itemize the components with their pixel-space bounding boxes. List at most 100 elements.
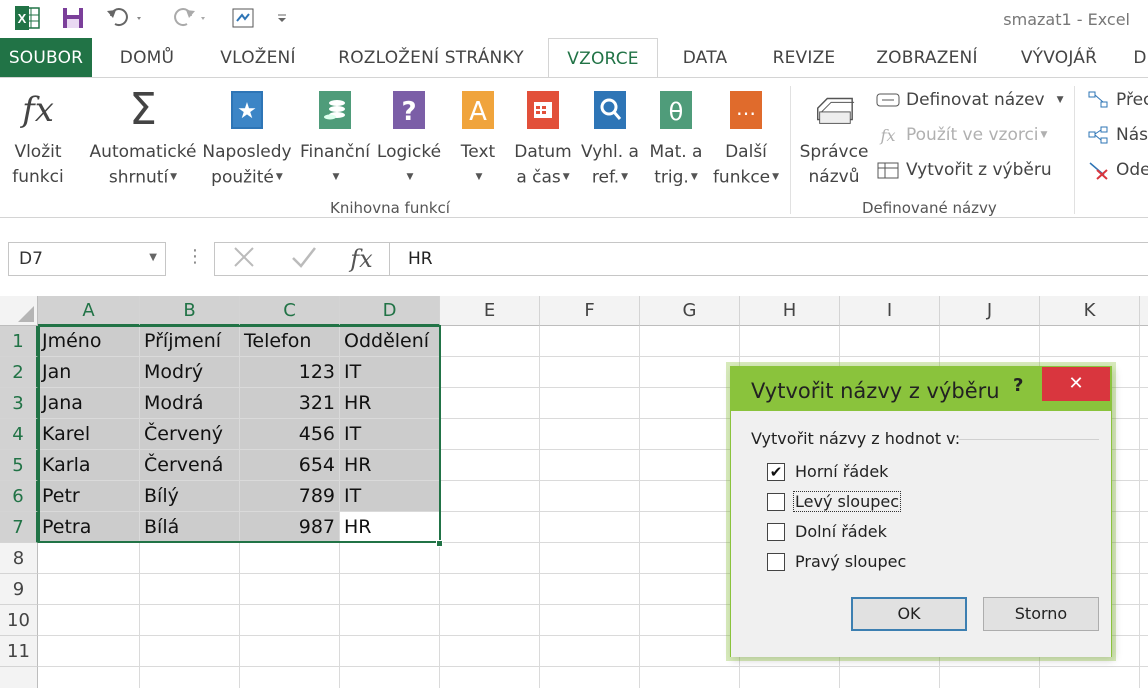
- cell[interactable]: [240, 605, 340, 636]
- cell[interactable]: Oddělení: [340, 326, 440, 357]
- cell[interactable]: [440, 667, 540, 688]
- checkbox-checked-icon[interactable]: ✔: [767, 462, 785, 481]
- cell[interactable]: [440, 357, 540, 388]
- cell[interactable]: IT: [340, 419, 440, 450]
- cell[interactable]: [540, 326, 640, 357]
- cancel-icon[interactable]: [231, 244, 257, 274]
- formula-bar-grip-icon[interactable]: ⋮: [186, 246, 204, 267]
- row-header[interactable]: 4: [0, 419, 38, 450]
- cell[interactable]: 789: [240, 481, 340, 512]
- cell[interactable]: [1140, 419, 1148, 450]
- cell[interactable]: [1140, 667, 1148, 688]
- insert-function-icon[interactable]: fx: [350, 245, 372, 273]
- cell[interactable]: [640, 512, 740, 543]
- cell[interactable]: [540, 388, 640, 419]
- cell[interactable]: IT: [340, 481, 440, 512]
- cell[interactable]: [840, 667, 940, 688]
- cell[interactable]: [1040, 326, 1140, 357]
- option-left-column[interactable]: Levý sloupec: [767, 491, 902, 512]
- checkbox-icon[interactable]: [767, 552, 785, 571]
- cell[interactable]: [38, 543, 140, 574]
- use-in-formula-button[interactable]: fx Použít ve vzorci ▼: [876, 125, 1048, 145]
- cell[interactable]: [540, 481, 640, 512]
- cell[interactable]: [540, 450, 640, 481]
- cell[interactable]: [340, 543, 440, 574]
- cell[interactable]: [240, 574, 340, 605]
- cell[interactable]: HR: [340, 388, 440, 419]
- cell[interactable]: [440, 512, 540, 543]
- lookup-reference-button[interactable]: Vyhl. a ref. ▼: [578, 86, 642, 191]
- recently-used-button[interactable]: ★ Naposledy použité ▼: [202, 86, 292, 191]
- qat-menu-icon[interactable]: [272, 4, 292, 32]
- row-header[interactable]: 10: [0, 605, 38, 636]
- trace-dependents-button[interactable]: Nás: [1086, 125, 1148, 145]
- row-header[interactable]: 8: [0, 543, 38, 574]
- cell[interactable]: [540, 512, 640, 543]
- cell[interactable]: [540, 636, 640, 667]
- cell[interactable]: Jana: [38, 388, 140, 419]
- cell[interactable]: 987: [240, 512, 340, 543]
- cell[interactable]: [140, 543, 240, 574]
- cell[interactable]: Příjmení: [140, 326, 240, 357]
- column-header[interactable]: D: [340, 296, 440, 326]
- enter-icon[interactable]: [290, 244, 318, 274]
- cell[interactable]: [38, 667, 140, 688]
- option-right-column[interactable]: Pravý sloupec: [767, 551, 908, 572]
- tab-file[interactable]: SOUBOR: [0, 38, 92, 78]
- customize-qat-icon[interactable]: [228, 4, 258, 32]
- cell[interactable]: [38, 636, 140, 667]
- cell[interactable]: Petra: [38, 512, 140, 543]
- cell[interactable]: [440, 574, 540, 605]
- option-top-row[interactable]: ✔ Horní řádek: [767, 461, 890, 482]
- column-header[interactable]: J: [940, 296, 1040, 326]
- cell[interactable]: [540, 543, 640, 574]
- fill-handle[interactable]: [436, 540, 443, 547]
- cell[interactable]: Jan: [38, 357, 140, 388]
- autosum-button[interactable]: Σ Automatické shrnutí ▼: [88, 86, 198, 191]
- cell[interactable]: Jméno: [38, 326, 140, 357]
- name-box[interactable]: D7 ▼: [8, 242, 166, 276]
- cell[interactable]: [1140, 388, 1148, 419]
- cell[interactable]: [1140, 450, 1148, 481]
- formula-input[interactable]: HR: [390, 242, 1148, 276]
- cell[interactable]: [940, 326, 1040, 357]
- name-manager-button[interactable]: Správce názvů: [798, 86, 870, 190]
- column-header[interactable]: G: [640, 296, 740, 326]
- cell[interactable]: Červená: [140, 450, 240, 481]
- cell[interactable]: [640, 605, 740, 636]
- cell[interactable]: [640, 388, 740, 419]
- column-header[interactable]: K: [1040, 296, 1140, 326]
- insert-function-button[interactable]: fx Vložit funkci: [6, 86, 70, 190]
- text-functions-button[interactable]: A Text ▼: [452, 86, 504, 191]
- cell[interactable]: Karla: [38, 450, 140, 481]
- tab-more[interactable]: D: [1130, 38, 1148, 78]
- cell[interactable]: Karel: [38, 419, 140, 450]
- cell[interactable]: [640, 636, 740, 667]
- cell[interactable]: HR: [340, 450, 440, 481]
- cell[interactable]: [640, 481, 740, 512]
- cell[interactable]: 123: [240, 357, 340, 388]
- more-functions-button[interactable]: … Další funkce ▼: [710, 86, 782, 191]
- cell[interactable]: [440, 419, 540, 450]
- cell[interactable]: [540, 574, 640, 605]
- ok-button[interactable]: OK: [851, 597, 967, 631]
- column-header[interactable]: E: [440, 296, 540, 326]
- cell[interactable]: [140, 605, 240, 636]
- cell[interactable]: [1140, 512, 1148, 543]
- cell[interactable]: Telefon: [240, 326, 340, 357]
- row-header[interactable]: 1: [0, 326, 38, 357]
- cell[interactable]: [240, 543, 340, 574]
- column-header[interactable]: I: [840, 296, 940, 326]
- close-button[interactable]: ✕: [1042, 367, 1110, 401]
- cell[interactable]: [540, 419, 640, 450]
- cell[interactable]: Červený: [140, 419, 240, 450]
- cell[interactable]: [640, 326, 740, 357]
- cell[interactable]: [540, 667, 640, 688]
- cell[interactable]: [1140, 357, 1148, 388]
- option-bottom-row[interactable]: Dolní řádek: [767, 521, 889, 542]
- cell[interactable]: [1140, 574, 1148, 605]
- cell[interactable]: 321: [240, 388, 340, 419]
- column-header[interactable]: [1140, 296, 1148, 326]
- cell[interactable]: [1140, 543, 1148, 574]
- cell[interactable]: [1140, 481, 1148, 512]
